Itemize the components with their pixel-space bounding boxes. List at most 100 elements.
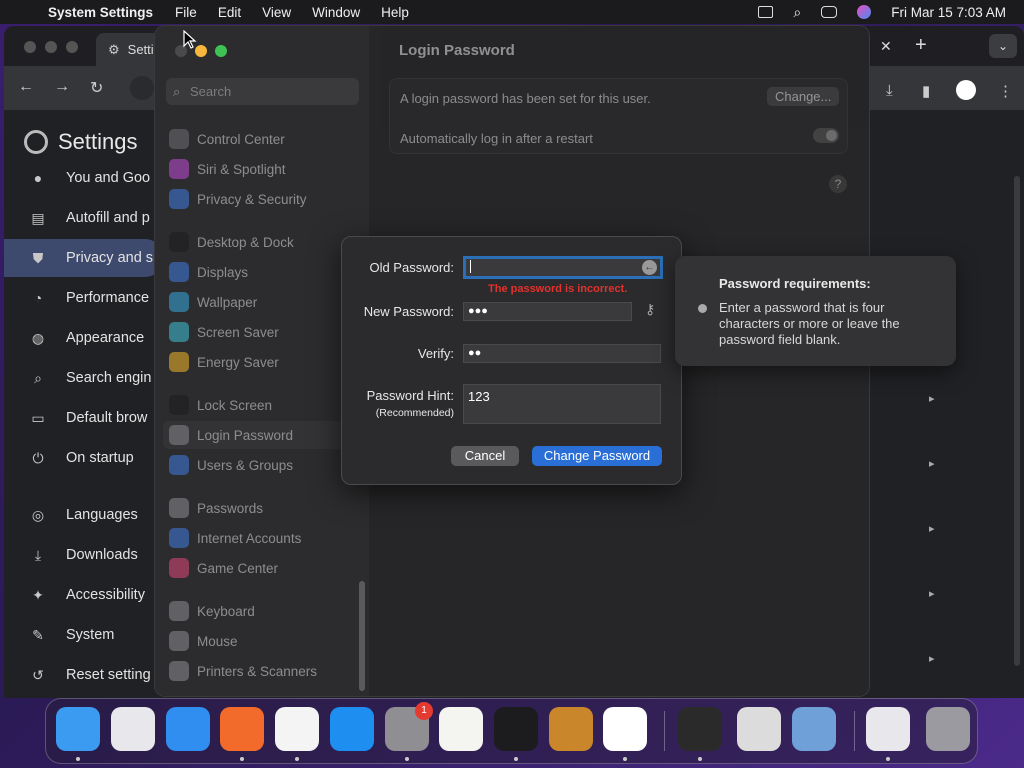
chrome-sidebar-item[interactable]: ◔ Performance bbox=[4, 279, 164, 317]
change-password-dialog: Old Password: ← The password is incorrec… bbox=[341, 236, 682, 485]
chrome-sidebar-item[interactable]: ⤓ Downloads bbox=[4, 536, 164, 574]
clipboard-icon: ▤ bbox=[31, 210, 45, 226]
settings-sidebar-label: Passwords bbox=[197, 500, 264, 516]
siri-icon[interactable] bbox=[857, 5, 872, 19]
chrome-sidebar-item[interactable]: ▭ Default brow bbox=[4, 399, 164, 437]
font-book-icon[interactable] bbox=[737, 707, 781, 751]
new-password-field[interactable]: ●●● bbox=[463, 302, 632, 321]
settings-sidebar-label: Siri & Spotlight bbox=[197, 161, 286, 177]
chrome-sidebar-item[interactable]: ◎ Languages bbox=[4, 496, 164, 534]
menu-edit[interactable]: Edit bbox=[218, 5, 241, 20]
settings-category-icon bbox=[169, 528, 189, 548]
chrome-sidebar-item[interactable]: ⛊ Privacy and s bbox=[4, 239, 164, 277]
trash-icon[interactable] bbox=[926, 707, 970, 751]
settings-sidebar-item[interactable]: Wallpaper bbox=[169, 288, 359, 316]
tooltip-body: Enter a password that is four characters… bbox=[719, 300, 900, 347]
chrome-sidebar-item[interactable]: ◍ Appearance bbox=[4, 319, 164, 357]
chrome-sidebar-item[interactable]: ↺ Reset setting bbox=[4, 656, 164, 694]
help-button[interactable]: ? bbox=[829, 175, 847, 193]
clear-icon[interactable]: ← bbox=[642, 260, 657, 275]
chrome-sidebar-item[interactable]: ✦ Accessibility bbox=[4, 576, 164, 614]
settings-category-icon bbox=[169, 232, 189, 252]
settings-sidebar-item[interactable]: Lock Screen bbox=[169, 391, 359, 419]
settings-sidebar-item[interactable]: Siri & Spotlight bbox=[169, 155, 359, 183]
menu-window[interactable]: Window bbox=[312, 5, 360, 20]
settings-sidebar-label: Screen Saver bbox=[197, 324, 279, 340]
chrome-icon[interactable] bbox=[275, 707, 319, 751]
reload-icon[interactable]: ↻ bbox=[90, 78, 103, 98]
control-center-icon[interactable] bbox=[821, 6, 838, 18]
textedit-icon[interactable] bbox=[439, 707, 483, 751]
settings-sidebar-item[interactable]: Keyboard bbox=[169, 597, 359, 625]
sketchup-icon[interactable] bbox=[678, 707, 722, 751]
download-toolbar-icon[interactable]: ⤓ bbox=[886, 82, 893, 99]
settings-sidebar-item[interactable]: Game Center bbox=[169, 554, 359, 582]
virtualbox-icon[interactable] bbox=[792, 707, 836, 751]
finder-icon[interactable] bbox=[56, 707, 100, 751]
vscode-icon[interactable] bbox=[603, 707, 647, 751]
scrollbar[interactable] bbox=[1014, 176, 1020, 666]
settings-sidebar-item[interactable]: Passwords bbox=[169, 494, 359, 522]
settings-sidebar-item[interactable]: Displays bbox=[169, 258, 359, 286]
chrome-sidebar-item[interactable]: ▤ Autofill and p bbox=[4, 199, 164, 237]
settings-category-icon bbox=[169, 558, 189, 578]
power-icon: ⏻ bbox=[32, 450, 44, 466]
menu-help[interactable]: Help bbox=[381, 5, 409, 20]
tab-search-icon[interactable]: ⌄ bbox=[989, 34, 1017, 58]
chrome-sidebar-item[interactable]: ✎ System bbox=[4, 616, 164, 654]
old-password-field[interactable]: ← bbox=[463, 256, 663, 279]
settings-sidebar-label: Lock Screen bbox=[197, 397, 273, 413]
settings-sidebar-item[interactable]: Login Password bbox=[163, 421, 360, 449]
zoom-window-button[interactable] bbox=[215, 45, 227, 57]
back-icon[interactable]: ← bbox=[18, 78, 34, 96]
settings-category-icon bbox=[169, 159, 189, 179]
spotlight-icon[interactable]: ⌕ bbox=[793, 4, 801, 21]
settings-sidebar-item[interactable]: Mouse bbox=[169, 627, 359, 655]
verify-label: Verify: bbox=[417, 346, 454, 361]
settings-sidebar-item[interactable]: Energy Saver bbox=[169, 348, 359, 376]
terminal-icon[interactable] bbox=[494, 707, 538, 751]
verify-field[interactable]: ●● bbox=[463, 344, 661, 363]
change-password-button[interactable]: Change Password bbox=[532, 446, 662, 466]
new-password-label: New Password: bbox=[363, 304, 454, 319]
chrome-sidebar-item[interactable]: ⌕ Search engin bbox=[4, 359, 164, 397]
password-hint-field[interactable]: 123 bbox=[463, 384, 661, 424]
chrome-sidebar-item[interactable]: ● You and Goo bbox=[4, 159, 164, 197]
firefox-icon[interactable] bbox=[220, 707, 264, 751]
password-hint-label: Password Hint: bbox=[366, 388, 454, 403]
menu-view[interactable]: View bbox=[262, 5, 291, 20]
key-icon[interactable]: ⚷ bbox=[645, 301, 655, 318]
side-panel-icon[interactable]: ▮ bbox=[922, 82, 930, 100]
launchpad-icon[interactable] bbox=[111, 707, 155, 751]
app-store-icon[interactable] bbox=[330, 707, 374, 751]
settings-sidebar-item[interactable]: Control Center bbox=[169, 125, 359, 153]
menu-file[interactable]: File bbox=[175, 5, 197, 20]
settings-sidebar-item[interactable]: Screen Saver bbox=[169, 318, 359, 346]
close-icon[interactable]: ✕ bbox=[880, 38, 892, 55]
settings-sidebar-item[interactable]: Desktop & Dock bbox=[169, 228, 359, 256]
settings-sidebar-item[interactable]: Printers & Scanners bbox=[169, 657, 359, 685]
settings-sidebar-item[interactable]: Users & Groups bbox=[169, 451, 359, 479]
sidebar-scrollbar[interactable] bbox=[359, 581, 365, 691]
garageband-icon[interactable] bbox=[549, 707, 593, 751]
change-button[interactable]: Change... bbox=[767, 87, 840, 106]
menu-dots-icon[interactable]: ⋮ bbox=[998, 82, 1013, 100]
auto-login-toggle[interactable] bbox=[813, 128, 839, 143]
chrome-sidebar-label: Autofill and p bbox=[66, 210, 150, 226]
chrome-sidebar-item[interactable]: ⏻ On startup bbox=[4, 439, 164, 477]
safari-icon[interactable] bbox=[166, 707, 210, 751]
preview-icon[interactable] bbox=[866, 707, 910, 751]
profile-icon[interactable] bbox=[956, 80, 976, 100]
settings-sidebar-item[interactable]: Internet Accounts bbox=[169, 524, 359, 552]
settings-sidebar-item[interactable]: Privacy & Security bbox=[169, 185, 359, 213]
forward-icon[interactable]: → bbox=[54, 78, 70, 96]
menu-clock[interactable]: Fri Mar 15 7:03 AM bbox=[891, 5, 1006, 20]
screen-mirroring-icon[interactable] bbox=[758, 6, 774, 18]
chrome-sidebar-label: Appearance bbox=[66, 330, 145, 346]
new-tab-icon[interactable]: + bbox=[915, 34, 927, 57]
menu-app-name[interactable]: System Settings bbox=[48, 5, 153, 20]
site-info-icon[interactable] bbox=[130, 76, 154, 100]
search-input[interactable]: ⌕ Search bbox=[166, 78, 359, 105]
chrome-sidebar-label: System bbox=[66, 627, 115, 643]
cancel-button[interactable]: Cancel bbox=[451, 446, 519, 466]
